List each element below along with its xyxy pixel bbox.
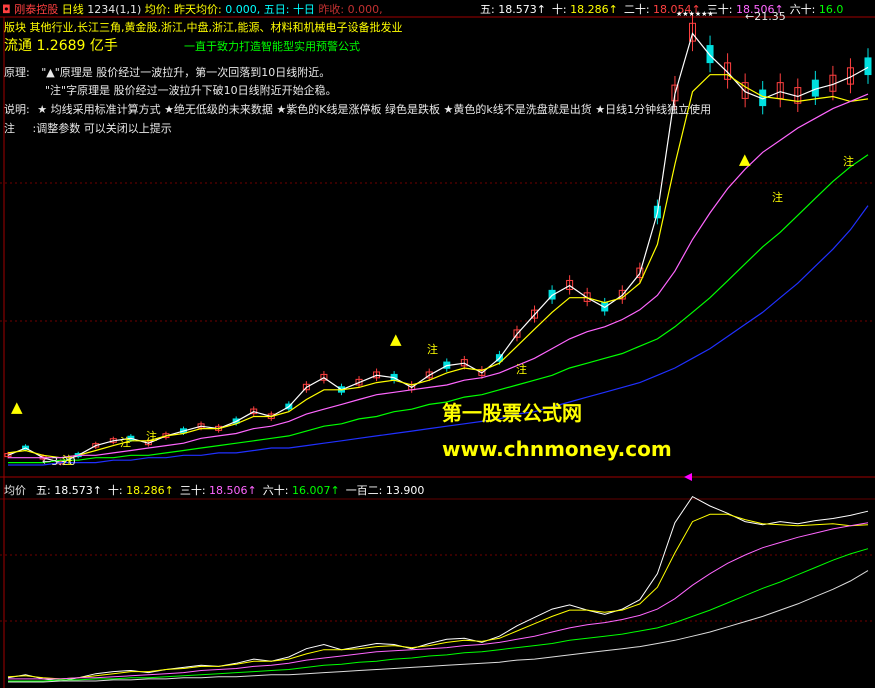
stock-name[interactable]: 刚泰控股 — [14, 3, 58, 16]
ma-label: 二十: — [623, 3, 650, 16]
code-param: 1234(1,1) — [87, 3, 142, 16]
app-icon: ◘ — [2, 3, 11, 16]
zhu-mark: 注 — [120, 436, 131, 449]
lower-ma-item: 五: 18.573↑ — [36, 484, 102, 497]
ma-label: 六十: — [789, 3, 816, 16]
prev-close-label: 昨收: — [318, 3, 345, 16]
float-line: 流通 1.2689 亿手 — [4, 35, 118, 55]
triangle-mark: ▲ — [390, 330, 402, 348]
ma5-value: 十日 — [292, 3, 315, 16]
lower-panel-title: 均价 — [4, 484, 26, 497]
ma-label: 五: — [480, 3, 495, 16]
lower-ma-item: 十: 18.286↑ — [108, 484, 174, 497]
lower-ma-line-五 — [7, 495, 869, 682]
ma-item: 六十: 16.0 — [790, 3, 844, 16]
ma-value: 18.573↑ — [494, 3, 546, 16]
note-line: 注 :调整参数 可以关闭以上提示 — [4, 120, 172, 136]
ma-item: 五: 18.573↑ — [480, 3, 546, 16]
zhu-mark: 注 — [843, 155, 854, 168]
ma-value: 18.286↑ — [566, 3, 618, 16]
lower-ma-label: 一百二: — [345, 484, 383, 497]
prev-close-value: 0.000, — [347, 3, 383, 16]
lower-ma-value: 13.900 — [382, 484, 425, 497]
candle-body — [706, 45, 714, 64]
sector-label: 版块 — [4, 21, 26, 34]
lower-ma-label: 十: — [107, 484, 123, 497]
triangle-mark: ▲ — [11, 398, 23, 416]
period-label[interactable]: 日线 — [62, 3, 84, 16]
lower-ma-line-六十 — [8, 548, 869, 682]
principle-line: 原理: "▲"原理是 股价经过一波拉升，第一次回落到10日线附近。 — [4, 64, 330, 80]
zhu-mark: 注 — [516, 363, 527, 376]
cursor-marker — [684, 473, 692, 481]
lower-ma-value: 18.286↑ — [122, 484, 174, 497]
lower-ma-value: 16.007↑ — [288, 484, 340, 497]
lower-ma-label: 五: — [36, 484, 51, 497]
lower-ma-line-一百二 — [8, 570, 869, 683]
note-label: 注 — [4, 122, 15, 135]
description-line: 说明: ★ 均线采用标准计算方式 ★绝无低级的未来数据 ★紫色的K线是涨停板 绿… — [4, 101, 711, 117]
lower-ma-label: 三十: — [179, 484, 206, 497]
prev-avg-value: 0.000, — [225, 3, 261, 16]
principle-zhu: "注"字原理是 股价经过一波拉升下破10日线附近开始企稳。 — [45, 84, 337, 97]
zhu-mark: 注 — [772, 191, 783, 204]
ma-line-六十 — [8, 154, 869, 464]
header-bar: ◘ 刚泰控股 日线 1234(1,1) 均价: 昨天均价: 0.000, 五日:… — [2, 1, 383, 17]
lower-ma-item: 一百二: 13.900 — [346, 484, 425, 497]
ma-value: 16.0 — [815, 3, 844, 16]
description-label: 说明: — [4, 103, 30, 116]
lower-ma-label: 六十: — [262, 484, 289, 497]
lower-ma-value: 18.506↑ — [205, 484, 257, 497]
lower-ma-item: 三十: 18.506↑ — [180, 484, 257, 497]
watermark-title: 第一股票公式网 — [442, 401, 582, 425]
zhu-mark: 注 — [146, 430, 157, 443]
principle-triangle: "▲"原理是 股价经过一波拉升，第一次回落到10日线附近。 — [41, 66, 331, 79]
description-text: ★ 均线采用标准计算方式 ★绝无低级的未来数据 ★紫色的K线是涨停板 绿色是跌板… — [37, 103, 712, 116]
triangle-mark: ▲ — [739, 150, 751, 168]
lower-ma-value: 18.573↑ — [50, 484, 102, 497]
ma-item: 十: 18.286↑ — [552, 3, 618, 16]
high-price-label: ←21.35 — [745, 10, 786, 23]
ma-label: 十: — [551, 3, 567, 16]
sector-line: 版块 其他行业,长江三角,黄金股,浙江,中盘,浙江,能源、材料和机械电子设备批发… — [4, 19, 402, 35]
prev-avg-label: 昨天均价: — [174, 3, 222, 16]
watermark-url[interactable]: www.chnmoney.com — [442, 437, 672, 461]
float-label: 流通 — [4, 38, 32, 54]
lower-ma-line-十 — [7, 513, 869, 680]
lower-panel-header: 均价 — [4, 482, 26, 498]
ma-values: 五: 18.573↑ 十: 18.286↑ 二十: 18.054↑ 三十: 18.50… — [480, 1, 849, 17]
principle-label: 原理: — [4, 66, 30, 79]
sector-text: 其他行业,长江三角,黄金股,浙江,中盘,浙江,能源、材料和机械电子设备批发业 — [29, 21, 403, 34]
lower-panel-values: 五: 18.573↑ 十: 18.286↑ 三十: 18.506↑ 六十: 16.00… — [36, 482, 430, 498]
ma-line-一百二 — [8, 205, 869, 466]
avg-label: 均价: — [144, 3, 171, 16]
star-marks: ★★★★★★ — [676, 10, 714, 18]
zhu-mark: 注 — [427, 343, 438, 356]
float-value: 1.2689 亿手 — [36, 38, 118, 54]
ma5-label: 五日: — [263, 3, 290, 16]
lower-ma-item: 六十: 16.007↑ — [263, 484, 340, 497]
note-text: :调整参数 可以关闭以上提示 — [32, 122, 172, 135]
candle-body — [864, 57, 872, 76]
zhu-mark: 注 — [62, 454, 73, 467]
slogan: 一直于致力打造智能型实用预警公式 — [184, 40, 360, 53]
